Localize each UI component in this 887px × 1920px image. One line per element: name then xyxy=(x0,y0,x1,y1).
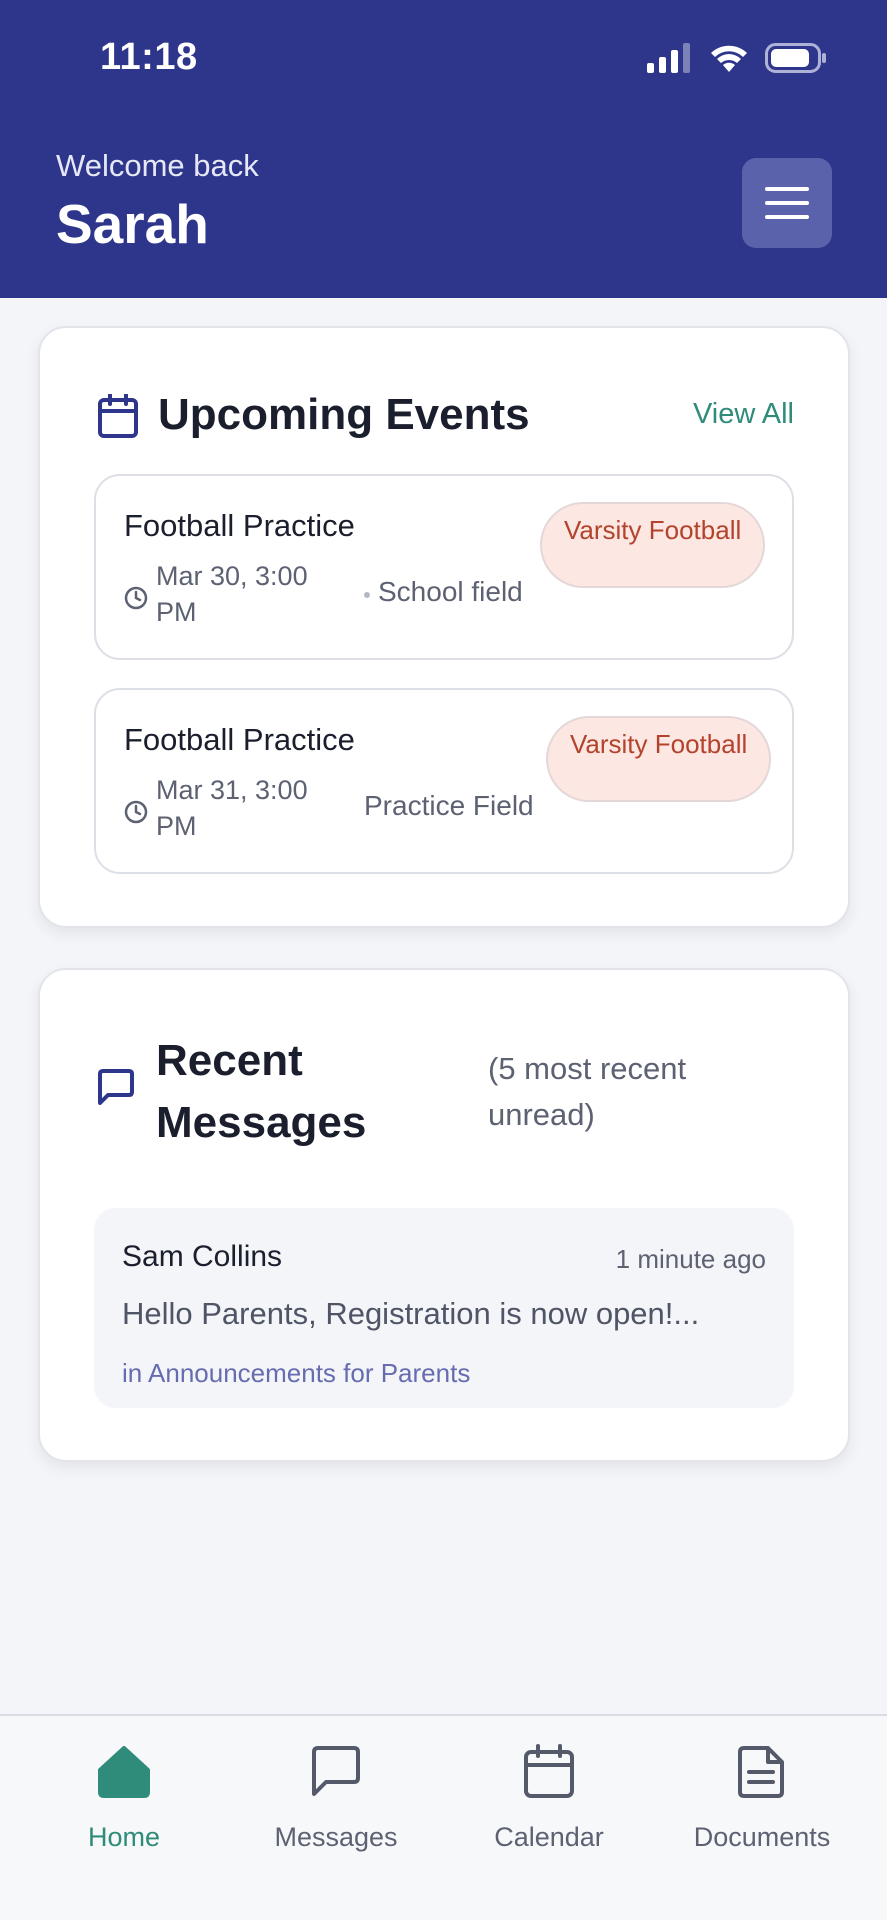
menu-button[interactable] xyxy=(742,158,832,248)
event-title: Football Practice xyxy=(124,722,355,757)
separator-dot xyxy=(364,592,370,598)
user-name: Sarah xyxy=(56,193,209,255)
message-channel: in Announcements for Parents xyxy=(122,1358,471,1388)
team-badge: Varsity Football xyxy=(546,716,772,802)
tab-home[interactable]: Home xyxy=(24,1730,224,1852)
team-badge: Varsity Football xyxy=(540,502,766,588)
messages-subtitle: (5 most recent unread) xyxy=(488,1051,687,1132)
message-item[interactable]: Sam Collins 1 minute ago Hello Parents, … xyxy=(94,1208,794,1408)
signal-icon xyxy=(647,43,690,73)
calendar-icon xyxy=(524,1744,574,1798)
calendar-icon xyxy=(98,394,138,438)
tab-label: Home xyxy=(87,1822,161,1852)
app-header: 11:18 Welcome back Sarah xyxy=(0,0,887,298)
events-title: Upcoming Events xyxy=(158,390,530,439)
tab-messages[interactable]: Messages xyxy=(236,1730,436,1852)
tab-label: Messages xyxy=(274,1822,398,1852)
battery-icon xyxy=(765,43,826,73)
home-icon xyxy=(98,1746,150,1798)
message-icon xyxy=(98,1069,134,1105)
bottom-tab-bar: Home Messages Calendar Documents xyxy=(0,1714,887,1920)
hamburger-icon xyxy=(765,187,809,219)
status-time: 11:18 xyxy=(100,36,198,78)
event-item[interactable]: Football Practice Mar 30, 3:00 PM School… xyxy=(94,474,794,660)
message-preview: Hello Parents, Registration is now open!… xyxy=(122,1296,700,1331)
clock-icon xyxy=(124,586,148,610)
wifi-icon xyxy=(711,45,747,72)
welcome-text: Welcome back xyxy=(56,148,259,183)
event-location: School field xyxy=(378,576,523,607)
clock-icon xyxy=(124,800,148,824)
event-item[interactable]: Football Practice Mar 31, 3:00 PM Practi… xyxy=(94,688,794,874)
event-location: Practice Field xyxy=(364,790,534,821)
upcoming-events-card: Upcoming Events View All Football Practi… xyxy=(38,326,850,928)
message-sender: Sam Collins xyxy=(122,1240,283,1273)
tab-label: Documents xyxy=(693,1822,831,1852)
event-title: Football Practice xyxy=(124,508,355,543)
tab-calendar[interactable]: Calendar xyxy=(449,1730,649,1852)
tab-label: Calendar xyxy=(494,1822,604,1852)
tab-documents[interactable]: Documents xyxy=(662,1730,862,1852)
recent-messages-card: Recent Messages (5 most recent unread) S… xyxy=(38,968,850,1462)
message-icon xyxy=(312,1746,360,1796)
event-date: Mar 30, 3:00 PM xyxy=(156,561,308,627)
messages-title: Recent Messages xyxy=(156,1036,367,1147)
status-icons xyxy=(647,42,827,74)
view-all-link[interactable]: View All xyxy=(693,398,794,431)
message-time: 1 minute ago xyxy=(615,1244,766,1274)
document-icon xyxy=(738,1746,784,1798)
event-date: Mar 31, 3:00 PM xyxy=(156,775,308,841)
